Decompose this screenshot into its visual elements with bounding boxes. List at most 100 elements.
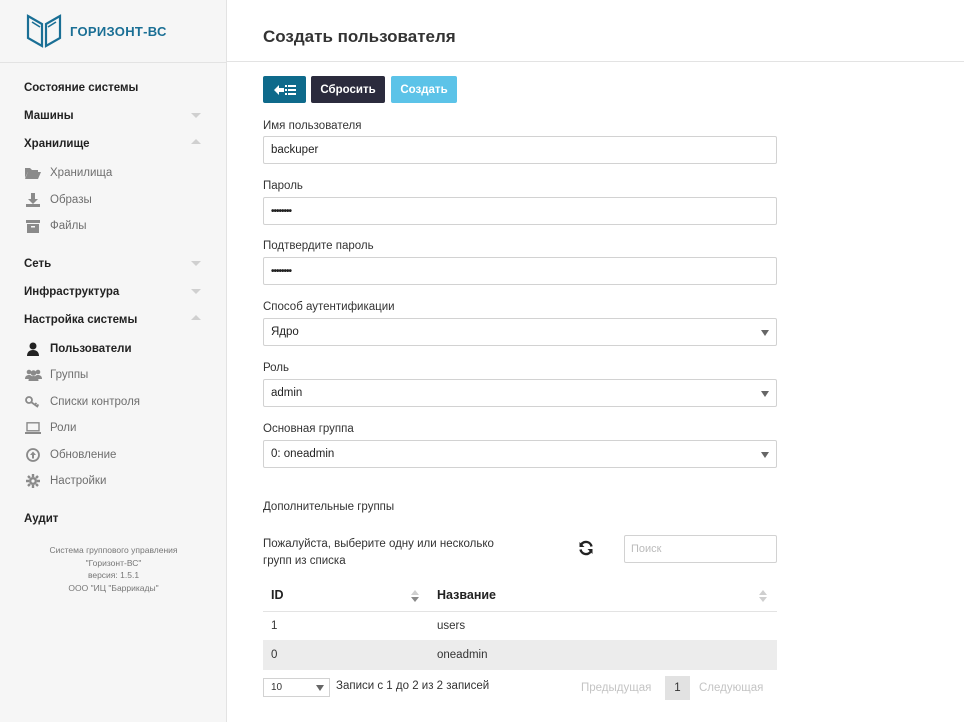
caret-down-icon [761, 452, 769, 458]
sidebar-item-label: Состояние системы [24, 82, 139, 94]
sidebar-item-acls[interactable]: Списки контроля [0, 389, 227, 416]
sidebar-footer: Система группового управления "Горизонт-… [0, 544, 227, 594]
sidebar-item-datastores[interactable]: Хранилища [0, 160, 227, 187]
sidebar-item-label: Настройка системы [24, 313, 138, 326]
sort-icon [411, 590, 419, 602]
sidebar-item-label: Хранилища [50, 167, 113, 180]
page-number-button[interactable]: 1 [665, 676, 690, 700]
sidebar-divider [0, 62, 227, 63]
sidebar-item-system-settings[interactable]: Настройка системы [0, 308, 227, 336]
sidebar-item-label: Аудит [24, 512, 59, 525]
caret-down-icon [761, 330, 769, 336]
primary-group-label: Основная группа [263, 423, 354, 435]
sidebar-item-label: Хранилище [24, 138, 90, 150]
sidebar-item-network[interactable]: Сеть [0, 252, 227, 280]
prev-page-link[interactable]: Предыдущая [581, 682, 651, 694]
brand-name: ГОРИЗОНТ-ВС [70, 23, 167, 39]
groups-search-input[interactable]: Поиск [624, 535, 777, 563]
column-header-label: ID [271, 588, 284, 603]
sidebar-item-groups[interactable]: Группы [0, 362, 227, 389]
cell-name: users [429, 611, 777, 641]
next-page-link[interactable]: Следующая [699, 682, 763, 694]
groups-table: ID Название 1 users 0 oneadmin [263, 580, 777, 670]
footer-line: "Горизонт-ВС" [85, 557, 142, 568]
password-value: •••••••• [271, 206, 292, 217]
password-label: Пароль [263, 180, 303, 192]
page-size-select[interactable]: 10 [263, 678, 330, 697]
sidebar-item-label: Группы [50, 369, 89, 382]
table-row[interactable]: 0 oneadmin [263, 640, 777, 670]
logo[interactable]: ГОРИЗОНТ-ВС [24, 12, 167, 50]
page-title: Создать пользователя [263, 27, 456, 46]
footer-line: Система группового управления [49, 545, 178, 555]
column-header-name[interactable]: Название [429, 580, 777, 612]
sidebar-item-label: Сеть [24, 257, 52, 270]
sidebar-item-infrastructure[interactable]: Инфраструктура [0, 280, 227, 308]
cell-id: 0 [263, 640, 429, 670]
confirm-password-label: Подтвердите пароль [263, 240, 374, 252]
username-label: Имя пользователя [263, 120, 362, 132]
sidebar-item-roles[interactable]: Роли [0, 415, 227, 442]
sidebar-item-storage[interactable]: Хранилище [0, 132, 227, 160]
chevron-down-icon [191, 288, 201, 294]
table-info: Записи с 1 до 2 из 2 записей [336, 680, 490, 692]
archive-icon [24, 219, 42, 233]
download-icon [24, 192, 42, 207]
reset-button[interactable]: Сбросить [311, 76, 385, 103]
sidebar-item-update[interactable]: Обновление [0, 442, 227, 469]
table-row[interactable]: 1 users [263, 611, 777, 641]
caret-down-icon [316, 685, 324, 691]
header-divider [227, 61, 964, 62]
folder-open-icon [24, 167, 42, 180]
primary-group-select[interactable]: 0: oneadmin [263, 440, 777, 468]
auth-method-value: Ядро [271, 326, 299, 338]
confirm-password-field[interactable]: •••••••• [263, 257, 777, 285]
sidebar-item-status[interactable]: Состояние системы [0, 76, 227, 104]
sidebar-item-images[interactable]: Образы [0, 187, 227, 214]
user-icon [24, 342, 42, 356]
arrow-circle-up-icon [24, 447, 42, 462]
sidebar-item-label: Роли [50, 422, 77, 435]
secondary-groups-heading: Дополнительные группы [263, 501, 395, 513]
chevron-down-icon [191, 113, 201, 118]
sidebar-item-machines[interactable]: Машины [0, 104, 227, 132]
sidebar-item-files[interactable]: Файлы [0, 213, 227, 240]
sidebar-nav: Состояние системы Машины Хранилище Храни… [0, 76, 227, 535]
page-size-value: 10 [271, 682, 283, 693]
primary-group-value: 0: oneadmin [271, 448, 335, 460]
username-field[interactable]: backuper [263, 136, 777, 164]
cell-id: 1 [263, 611, 429, 641]
footer-company: ООО "ИЦ "Баррикады" [68, 582, 159, 593]
auth-method-label: Способ аутентификации [263, 301, 395, 313]
sidebar-item-settings[interactable]: Настройки [0, 468, 227, 495]
back-to-list-button[interactable] [263, 76, 306, 103]
key-icon [24, 395, 42, 408]
create-button[interactable]: Создать [391, 76, 457, 103]
column-header-id[interactable]: ID [263, 580, 429, 612]
groups-hint: Пожалуйста, выберите одну или несколько … [263, 538, 494, 567]
sidebar-item-label: Инфраструктура [24, 285, 120, 298]
chevron-up-icon [191, 314, 201, 320]
column-header-label: Название [437, 588, 497, 603]
book-logo-icon [26, 14, 62, 48]
role-label: Роль [263, 362, 290, 374]
chevron-up-icon [191, 139, 201, 144]
sidebar-item-label: Настройки [50, 475, 107, 488]
refresh-icon[interactable] [578, 540, 594, 561]
auth-method-select[interactable]: Ядро [263, 318, 777, 346]
sidebar-item-label: Файлы [50, 220, 87, 233]
sidebar-item-users[interactable]: Пользователи [0, 336, 227, 363]
sort-icon [759, 590, 767, 602]
search-placeholder: Поиск [631, 543, 662, 555]
chevron-down-icon [191, 260, 201, 266]
laptop-icon [24, 422, 42, 435]
role-select[interactable]: admin [263, 379, 777, 407]
role-value: admin [271, 387, 303, 399]
password-field[interactable]: •••••••• [263, 197, 777, 225]
users-icon [24, 369, 42, 382]
sidebar: ГОРИЗОНТ-ВС Состояние системы Машины Хра… [0, 0, 227, 722]
sidebar-item-audit[interactable]: Аудит [0, 507, 227, 535]
gear-icon [24, 474, 42, 489]
footer-version: версия: 1.5.1 [87, 570, 140, 580]
caret-down-icon [761, 391, 769, 397]
